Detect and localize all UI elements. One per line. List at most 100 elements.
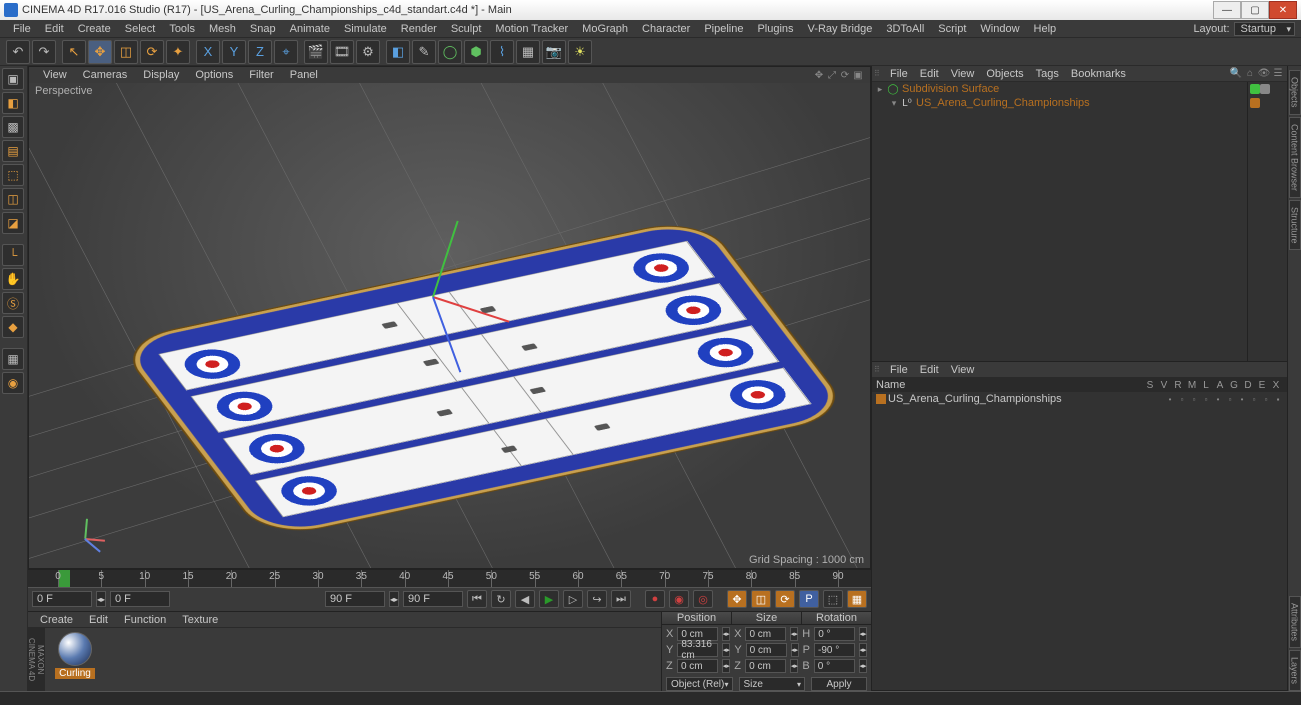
search-icon[interactable]: 🔍 (1229, 67, 1243, 81)
material-item[interactable]: Curling (54, 632, 96, 679)
autokey-button[interactable]: ◉ (669, 590, 689, 608)
render-settings-button[interactable]: ⚙ (356, 40, 380, 64)
next-frame-button[interactable]: ▷ (563, 590, 583, 608)
point-mode-button[interactable]: ⬚ (2, 164, 24, 186)
menu-character[interactable]: Character (635, 22, 697, 36)
vmenu-cameras[interactable]: Cameras (75, 69, 136, 81)
vmenu-display[interactable]: Display (135, 69, 187, 81)
menu-snap[interactable]: Snap (243, 22, 283, 36)
range-end2-input[interactable]: 90 F (403, 591, 463, 607)
viewport-solo-button[interactable]: ▦ (2, 348, 24, 370)
tag-icon[interactable] (1250, 84, 1260, 94)
home-icon[interactable]: ⌂ (1243, 67, 1257, 81)
range-end-input[interactable]: 90 F (325, 591, 385, 607)
tag-icon[interactable] (1250, 98, 1260, 108)
redo-button[interactable]: ↷ (32, 40, 56, 64)
model-mode-button[interactable]: ◧ (2, 92, 24, 114)
undo-button[interactable]: ↶ (6, 40, 30, 64)
maximize-button[interactable]: ▢ (1241, 1, 1269, 19)
vmenu-view[interactable]: View (35, 69, 75, 81)
play-button[interactable]: ▶ (539, 590, 559, 608)
takemenu-file[interactable]: File (884, 364, 914, 376)
menu-edit[interactable]: Edit (38, 22, 71, 36)
takemenu-edit[interactable]: Edit (914, 364, 945, 376)
matmenu-texture[interactable]: Texture (174, 614, 226, 626)
locked-workplane-button[interactable]: ◉ (2, 372, 24, 394)
key-rot-button[interactable]: ⟳ (775, 590, 795, 608)
coord-system-button[interactable]: ⌖ (274, 40, 298, 64)
menu-pipeline[interactable]: Pipeline (697, 22, 750, 36)
minimize-button[interactable]: — (1213, 1, 1241, 19)
render-pv-button[interactable]: 🎞 (330, 40, 354, 64)
add-light-button[interactable]: ☀ (568, 40, 592, 64)
menu-animate[interactable]: Animate (283, 22, 337, 36)
vmenu-filter[interactable]: Filter (241, 69, 281, 81)
vmenu-options[interactable]: Options (187, 69, 241, 81)
vnav-toggle-icon[interactable]: ▣ (852, 69, 864, 81)
goto-last-button[interactable]: ⏭ (611, 590, 631, 608)
close-button[interactable]: ✕ (1269, 1, 1297, 19)
expand-icon[interactable]: ▾ (888, 98, 900, 109)
tab-content-browser[interactable]: Content Browser (1289, 117, 1301, 198)
menu-help[interactable]: Help (1027, 22, 1064, 36)
menu-mograph[interactable]: MoGraph (575, 22, 635, 36)
tag-icon[interactable] (1260, 84, 1270, 94)
workplane2-button[interactable]: ◆ (2, 316, 24, 338)
axis-button[interactable]: └ (2, 244, 24, 266)
add-subdiv-button[interactable]: ◯ (438, 40, 462, 64)
recent-tool-button[interactable]: ✦ (166, 40, 190, 64)
lock-z-button[interactable]: Z (248, 40, 272, 64)
matmenu-create[interactable]: Create (32, 614, 81, 626)
edge-mode-button[interactable]: ◫ (2, 188, 24, 210)
loop-button[interactable]: ↻ (491, 590, 511, 608)
tab-attributes[interactable]: Attributes (1289, 596, 1301, 648)
pos-y-input[interactable]: 83.316 cm (677, 643, 718, 657)
range-end-step[interactable]: ◂▸ (389, 591, 399, 607)
menu-motiontracker[interactable]: Motion Tracker (488, 22, 575, 36)
menu-render[interactable]: Render (394, 22, 444, 36)
menu-vraybridge[interactable]: V-Ray Bridge (801, 22, 880, 36)
size-mode-dropdown[interactable]: Size (739, 677, 806, 691)
list-icon[interactable]: ☰ (1271, 67, 1285, 81)
key-param-button[interactable]: P (799, 590, 819, 608)
snap-button[interactable]: Ⓢ (2, 292, 24, 314)
vnav-zoom-icon[interactable]: ⤢ (826, 69, 838, 81)
viewport-3d[interactable] (29, 83, 870, 568)
menu-file[interactable]: File (6, 22, 38, 36)
record-button[interactable]: ● (645, 590, 665, 608)
make-editable-button[interactable]: ▣ (2, 68, 24, 90)
rot-b-input[interactable]: 0 ° (814, 659, 855, 673)
object-tree-row[interactable]: ▾L⁰US_Arena_Curling_Championships (872, 96, 1247, 110)
range-start-input[interactable]: 0 F (32, 591, 92, 607)
object-tree-row[interactable]: ▸◯Subdivision Surface (872, 82, 1247, 96)
size-z-input[interactable]: 0 cm (745, 659, 786, 673)
add-camera-button[interactable]: 📷 (542, 40, 566, 64)
objmenu-bookmarks[interactable]: Bookmarks (1065, 68, 1132, 80)
matmenu-function[interactable]: Function (116, 614, 174, 626)
expand-icon[interactable]: ▸ (874, 84, 886, 95)
rot-p-input[interactable]: -90 ° (814, 643, 855, 657)
menu-sculpt[interactable]: Sculpt (444, 22, 489, 36)
eye-icon[interactable]: 👁 (1257, 67, 1271, 81)
matmenu-edit[interactable]: Edit (81, 614, 116, 626)
menu-simulate[interactable]: Simulate (337, 22, 394, 36)
rotate-button[interactable]: ⟳ (140, 40, 164, 64)
lock-y-button[interactable]: Y (222, 40, 246, 64)
menu-tools[interactable]: Tools (162, 22, 202, 36)
key-scale-button[interactable]: ◫ (751, 590, 771, 608)
poly-mode-button[interactable]: ◪ (2, 212, 24, 234)
workplane-button[interactable]: ▤ (2, 140, 24, 162)
objmenu-view[interactable]: View (945, 68, 981, 80)
vmenu-panel[interactable]: Panel (282, 69, 326, 81)
objmenu-objects[interactable]: Objects (980, 68, 1029, 80)
menu-mesh[interactable]: Mesh (202, 22, 243, 36)
lock-x-button[interactable]: X (196, 40, 220, 64)
add-bend-button[interactable]: ⌇ (490, 40, 514, 64)
render-view-button[interactable]: 🎬 (304, 40, 328, 64)
add-floor-button[interactable]: ▦ (516, 40, 540, 64)
timeline-ruler[interactable]: 051015202530354045505560657075808590 (28, 570, 871, 588)
move-button[interactable]: ✥ (88, 40, 112, 64)
apply-button[interactable]: Apply (811, 677, 867, 691)
add-cube-button[interactable]: ◧ (386, 40, 410, 64)
tab-objects[interactable]: Objects (1289, 70, 1301, 115)
